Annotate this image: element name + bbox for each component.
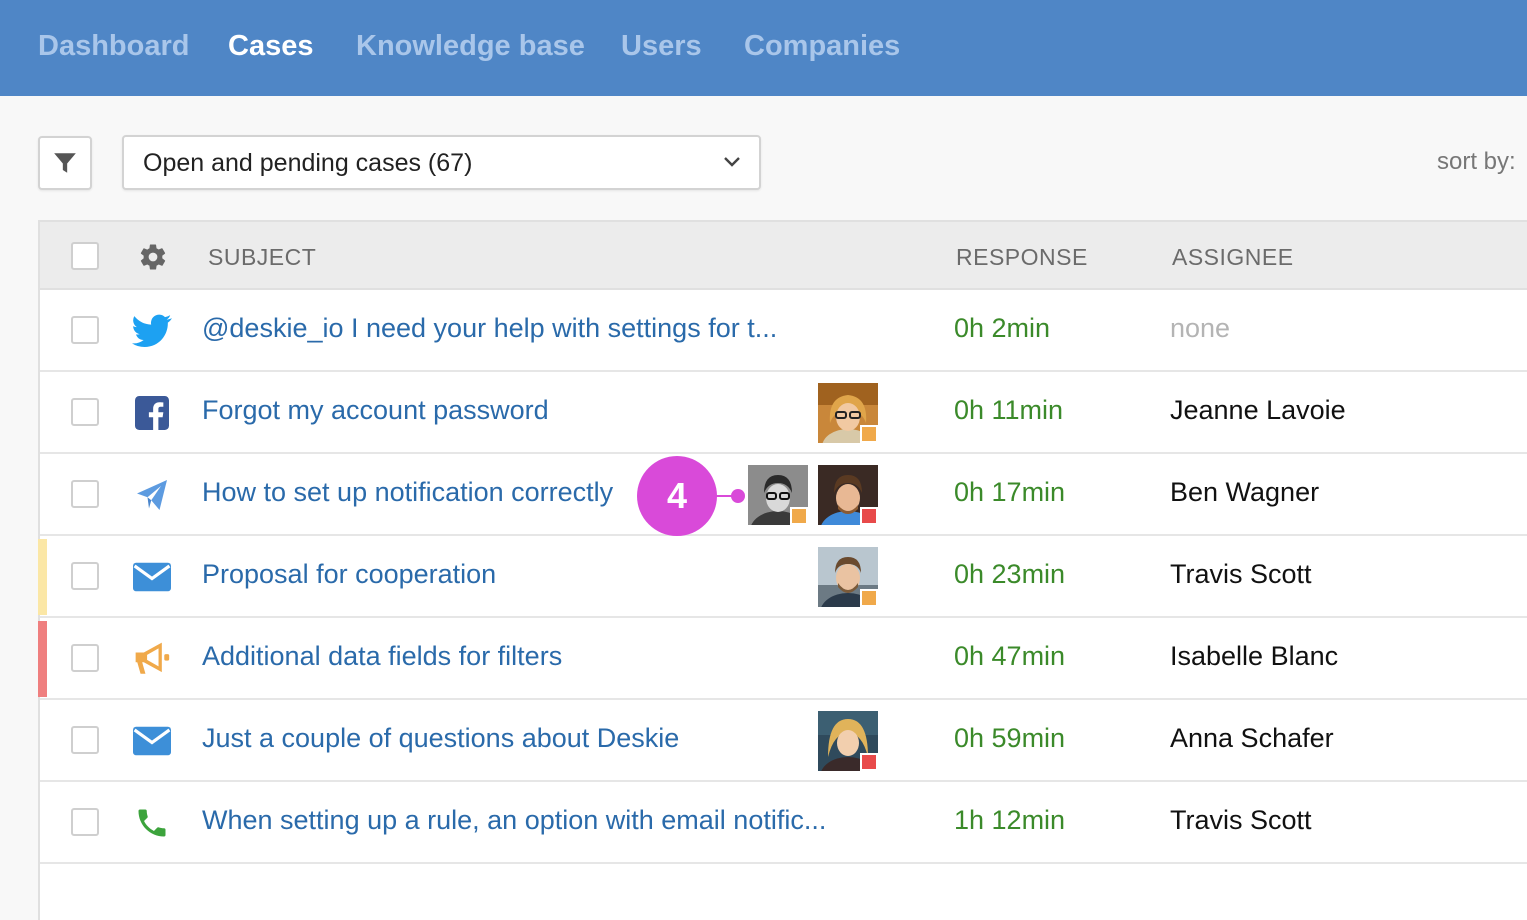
- gear-icon[interactable]: [138, 242, 168, 272]
- assignee-name: Jeanne Lavoie: [1170, 395, 1346, 425]
- table-row[interactable]: How to set up notification correctly 0h …: [40, 454, 1527, 536]
- table-row[interactable]: When setting up a rule, an option with e…: [40, 782, 1527, 864]
- avatar[interactable]: [818, 465, 878, 525]
- facebook-icon: [130, 391, 174, 435]
- avatar[interactable]: [748, 465, 808, 525]
- table-row[interactable]: Proposal for cooperation 0h 23min Travis…: [38, 536, 1527, 618]
- avatar[interactable]: [818, 547, 878, 607]
- row-checkbox[interactable]: [71, 644, 99, 672]
- response-time: 1h 12min: [954, 805, 1066, 835]
- nav-knowledge-base[interactable]: Knowledge base: [356, 30, 585, 63]
- table-row[interactable]: Just a couple of questions about Deskie …: [40, 700, 1527, 782]
- response-time: 0h 2min: [954, 313, 1051, 343]
- case-subject-link[interactable]: Proposal for cooperation: [202, 559, 496, 590]
- filter-button[interactable]: [38, 136, 92, 190]
- nav-dashboard[interactable]: Dashboard: [38, 30, 189, 63]
- envelope-icon: [130, 555, 174, 599]
- column-header-subject[interactable]: SUBJECT: [208, 244, 316, 271]
- select-all-checkbox[interactable]: [71, 242, 99, 270]
- paper-plane-icon: [130, 473, 174, 517]
- case-subject-link[interactable]: @deskie_io I need your help with setting…: [202, 313, 777, 344]
- row-checkbox[interactable]: [71, 316, 99, 344]
- response-time: 0h 47min: [954, 641, 1066, 671]
- nav-cases[interactable]: Cases: [228, 30, 313, 63]
- response-time: 0h 59min: [954, 723, 1066, 753]
- megaphone-icon: [130, 637, 174, 681]
- sort-by-label[interactable]: sort by:: [1437, 148, 1516, 176]
- assignee-name: Travis Scott: [1170, 559, 1312, 589]
- row-checkbox[interactable]: [71, 562, 99, 590]
- case-subject-link[interactable]: Just a couple of questions about Deskie: [202, 723, 679, 754]
- column-header-response[interactable]: RESPONSE: [956, 244, 1088, 271]
- assignee-name: Anna Schafer: [1170, 723, 1334, 753]
- view-select-value: Open and pending cases (67): [143, 149, 473, 177]
- response-time: 0h 17min: [954, 477, 1066, 507]
- table-row[interactable]: Forgot my account password 0h 11min Jean…: [40, 372, 1527, 454]
- top-navigation: Dashboard Cases Knowledge base Users Com…: [0, 0, 1527, 96]
- view-select[interactable]: Open and pending cases (67): [122, 135, 761, 190]
- twitter-icon: [130, 309, 174, 353]
- avatar[interactable]: [818, 711, 878, 771]
- filter-icon: [54, 153, 76, 173]
- avatar[interactable]: [818, 383, 878, 443]
- status-indicator: [860, 425, 878, 443]
- case-subject-link[interactable]: When setting up a rule, an option with e…: [202, 805, 826, 836]
- case-subject-link[interactable]: Forgot my account password: [202, 395, 549, 426]
- annotation-badge: 4: [637, 456, 717, 536]
- case-subject-link[interactable]: How to set up notification correctly: [202, 477, 613, 508]
- table-header: SUBJECT RESPONSE ASSIGNEE: [40, 222, 1527, 290]
- assignee-name: Travis Scott: [1170, 805, 1312, 835]
- table-row[interactable]: @deskie_io I need your help with setting…: [40, 290, 1527, 372]
- phone-icon: [130, 801, 174, 845]
- status-indicator: [790, 507, 808, 525]
- chevron-down-icon: [724, 157, 740, 167]
- cases-table: SUBJECT RESPONSE ASSIGNEE @deskie_io I n…: [38, 220, 1527, 920]
- row-checkbox[interactable]: [71, 808, 99, 836]
- status-indicator: [860, 589, 878, 607]
- status-indicator: [860, 507, 878, 525]
- response-time: 0h 11min: [954, 395, 1064, 425]
- envelope-icon: [130, 719, 174, 763]
- priority-indicator: [38, 539, 47, 615]
- table-row[interactable]: Additional data fields for filters 0h 47…: [38, 618, 1527, 700]
- assignee-name: Ben Wagner: [1170, 477, 1320, 507]
- assignee-name: none: [1170, 313, 1231, 343]
- nav-users[interactable]: Users: [621, 30, 702, 63]
- row-checkbox[interactable]: [71, 398, 99, 426]
- row-checkbox[interactable]: [71, 726, 99, 754]
- assignee-name: Isabelle Blanc: [1170, 641, 1339, 671]
- row-checkbox[interactable]: [71, 480, 99, 508]
- annotation-dot: [731, 489, 745, 503]
- priority-indicator: [38, 621, 47, 697]
- response-time: 0h 23min: [954, 559, 1066, 589]
- nav-companies[interactable]: Companies: [744, 30, 900, 63]
- status-indicator: [860, 753, 878, 771]
- column-header-assignee[interactable]: ASSIGNEE: [1172, 244, 1294, 271]
- case-subject-link[interactable]: Additional data fields for filters: [202, 641, 562, 672]
